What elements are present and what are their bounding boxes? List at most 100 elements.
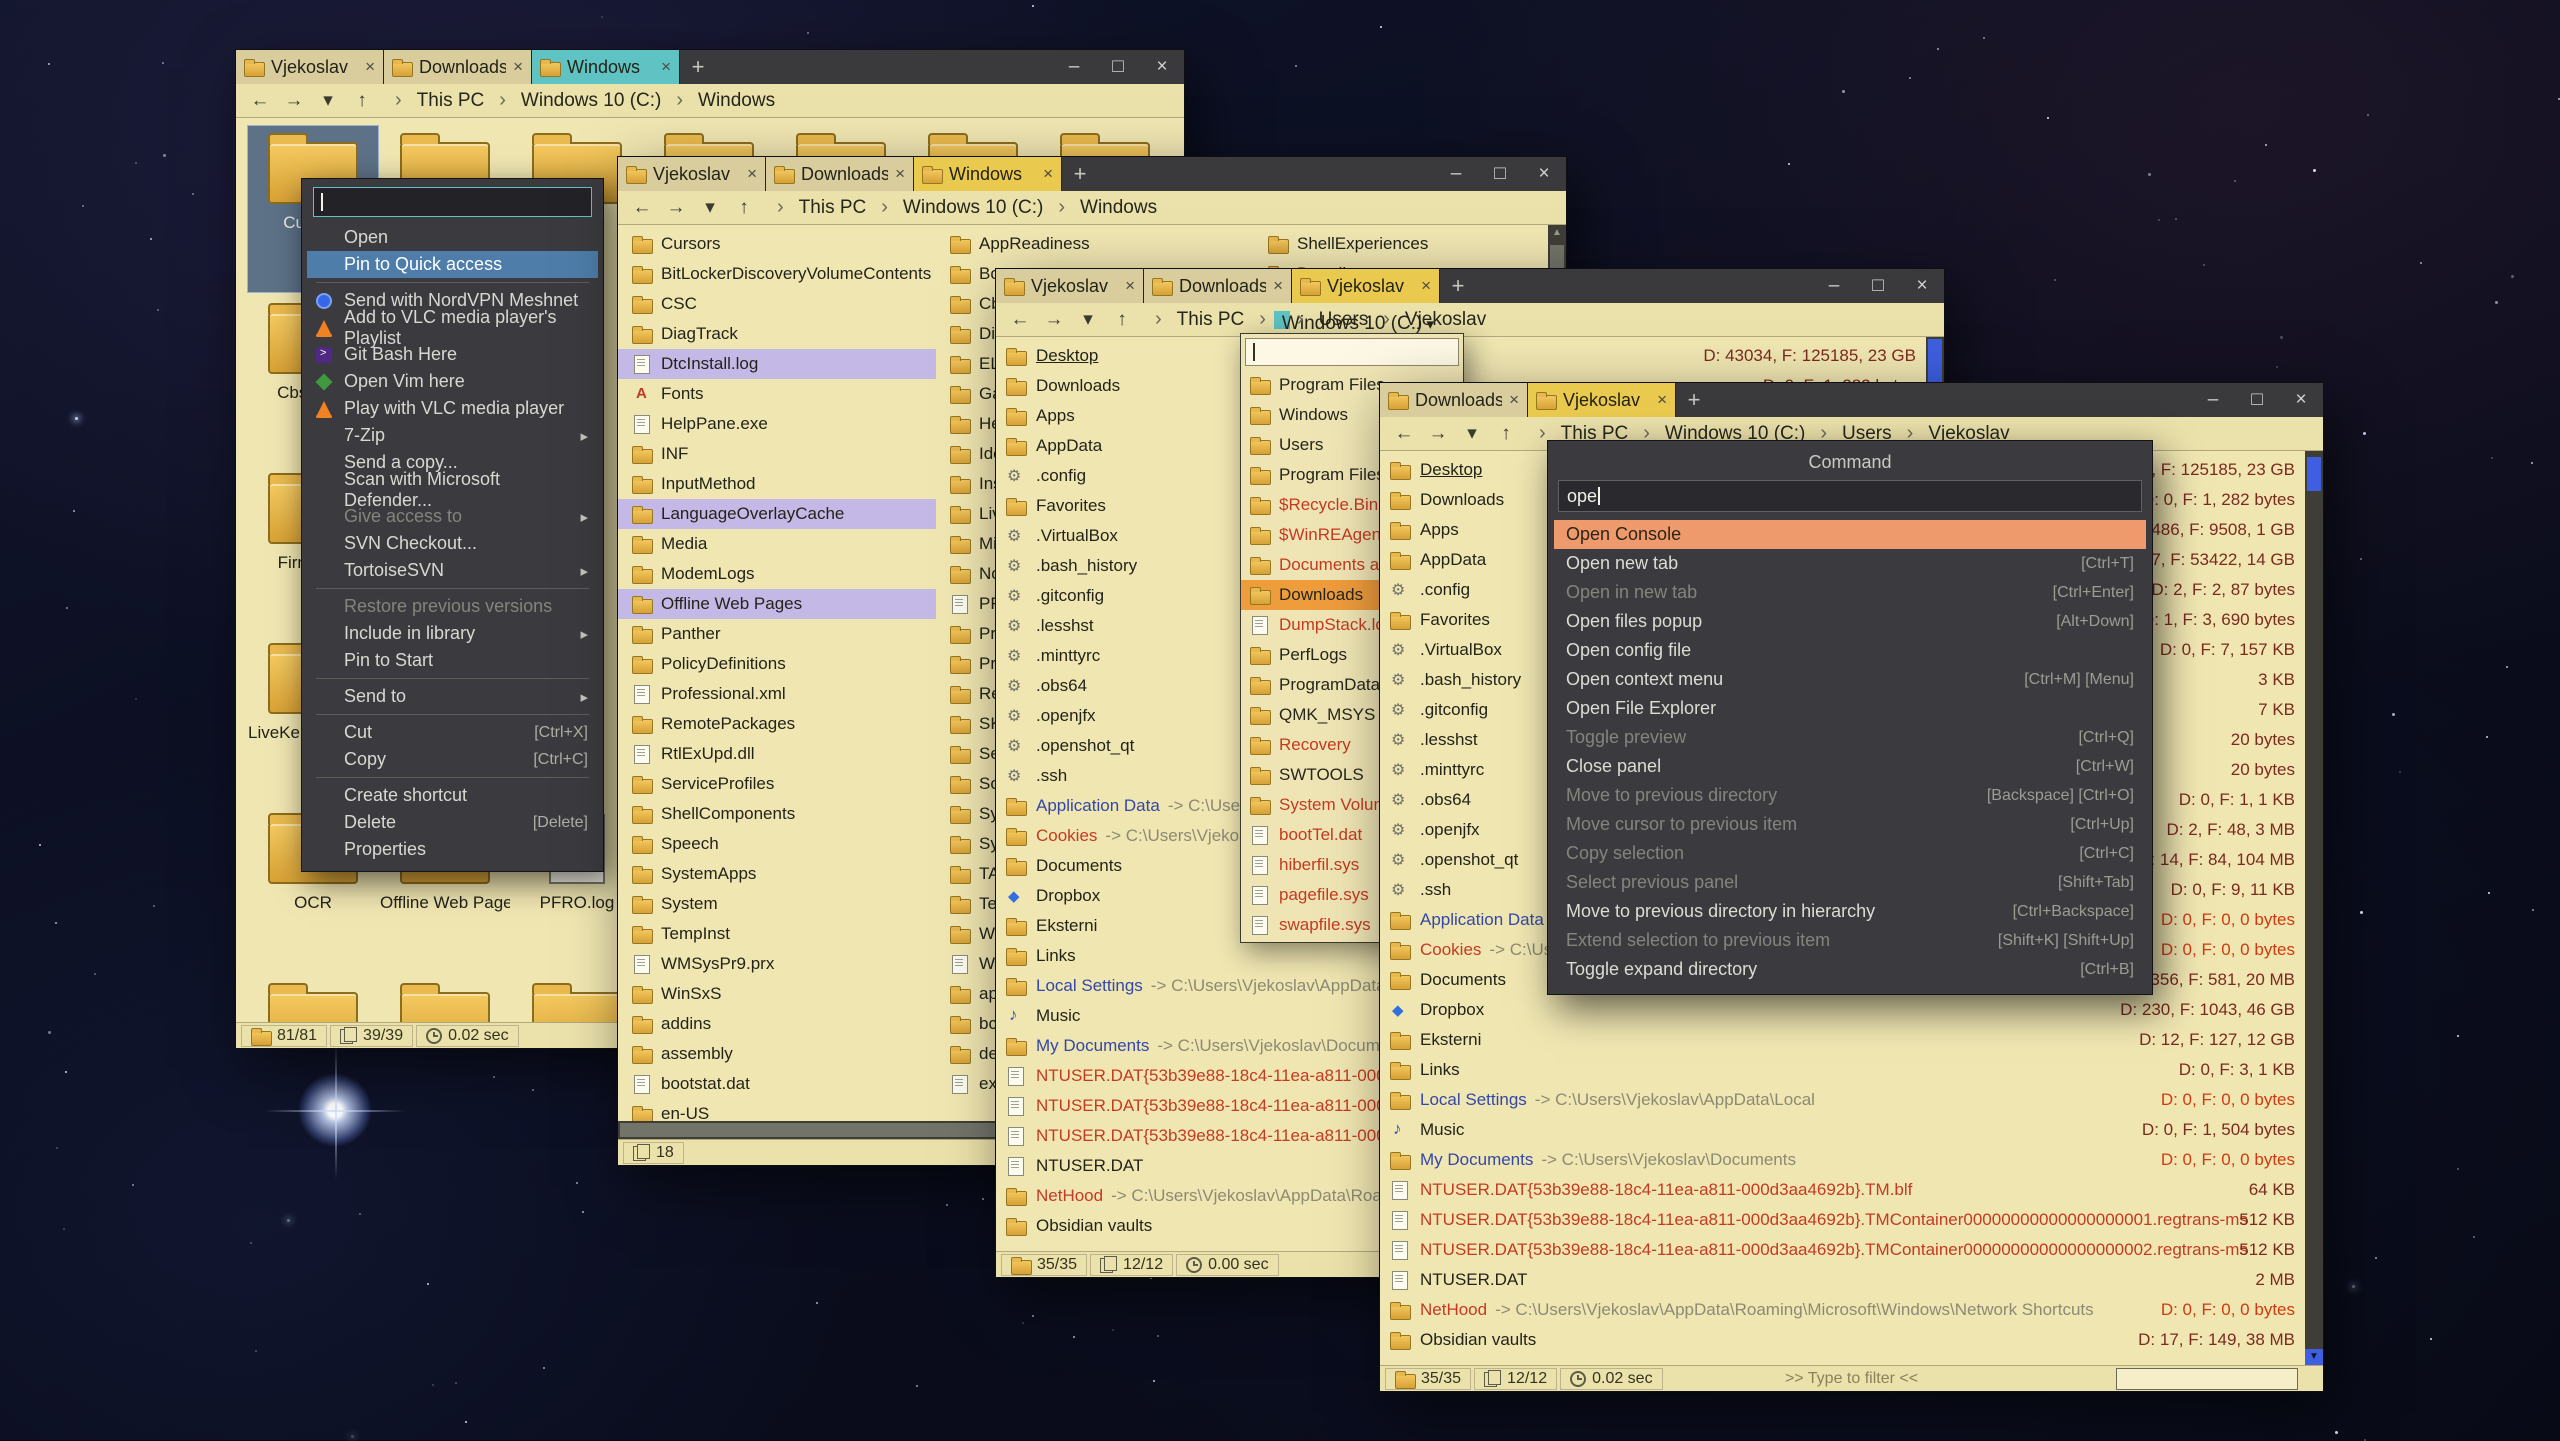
new-tab-button[interactable]: + [680, 50, 716, 84]
context-menu-item[interactable] [316, 678, 589, 679]
context-menu-item[interactable]: Send to [307, 683, 598, 710]
up-button[interactable]: ↑ [728, 197, 760, 219]
tab[interactable]: Vjekoslav × [618, 157, 766, 191]
context-menu-item[interactable]: Create shortcut [307, 782, 598, 809]
file-row[interactable]: NetHood -> C:\Users\Vjekoslav\AppData\Ro… [1380, 1295, 2305, 1325]
forward-button[interactable]: → [1038, 309, 1070, 331]
file-grid-item[interactable] [380, 976, 510, 1022]
context-menu-item[interactable]: Open Vim here [307, 368, 598, 395]
tab[interactable]: Downloads × [766, 157, 914, 191]
close-button[interactable]: × [1900, 269, 1944, 303]
minimize-button[interactable]: – [1052, 50, 1096, 84]
close-tab-icon[interactable]: × [365, 57, 375, 77]
maximize-button[interactable]: □ [2235, 383, 2279, 417]
context-menu-item[interactable]: Restore previous versions [307, 593, 598, 620]
file-row[interactable]: NTUSER.DAT{53b39e88-18c4-11ea-a811-000d3… [1380, 1205, 2305, 1235]
breadcrumb-item[interactable]: Windows 10 (C:) [1274, 311, 1290, 329]
palette-item[interactable]: Open Console [1554, 520, 2146, 549]
file-row[interactable]: Offline Web Pages [618, 589, 936, 619]
file-row[interactable]: bootstat.dat [618, 1069, 936, 1099]
breadcrumb-item[interactable]: Windows [690, 88, 783, 114]
back-button[interactable]: ← [244, 90, 276, 112]
breadcrumb-item[interactable]: Vjekoslav [1397, 307, 1494, 333]
scroll-up-icon[interactable]: ▲ [1548, 225, 1566, 241]
palette-item[interactable]: Close panel [Ctrl+W] [1554, 752, 2146, 781]
file-row[interactable]: Obsidian vaults D: 17, F: 149, 38 MB [1380, 1325, 2305, 1355]
breadcrumb-item[interactable]: This PC [409, 88, 493, 114]
breadcrumb-item[interactable]: This PC [791, 195, 875, 221]
tab[interactable]: Vjekoslav × [236, 50, 384, 84]
palette-item[interactable]: Move to previous directory [Backspace] [… [1554, 781, 2146, 810]
file-row[interactable]: My Documents -> C:\Users\Vjekoslav\Docum… [1380, 1145, 2305, 1175]
back-button[interactable]: ← [1388, 423, 1420, 445]
scrollbar-thumb[interactable] [620, 1123, 1011, 1137]
history-button[interactable]: ▾ [1072, 308, 1104, 331]
file-row[interactable]: Links D: 0, F: 3, 1 KB [1380, 1055, 2305, 1085]
file-row[interactable]: addins [618, 1009, 936, 1039]
palette-item[interactable]: Open File Explorer [1554, 694, 2146, 723]
palette-item[interactable]: Open files popup [Alt+Down] [1554, 607, 2146, 636]
up-button[interactable]: ↑ [1490, 423, 1522, 445]
context-menu-item[interactable]: Pin to Start [307, 647, 598, 674]
file-row[interactable]: System [618, 889, 936, 919]
file-row[interactable]: InputMethod [618, 469, 936, 499]
titlebar[interactable]: Vjekoslav × Downloads × Windows × + – □ [618, 157, 1566, 191]
tab[interactable]: Vjekoslav × [996, 269, 1144, 303]
close-tab-icon[interactable]: × [895, 164, 905, 184]
tab[interactable]: Windows × [914, 157, 1062, 191]
file-row[interactable]: Eksterni D: 12, F: 127, 12 GB [1380, 1025, 2305, 1055]
minimize-button[interactable]: – [1434, 157, 1478, 191]
close-button[interactable]: × [1522, 157, 1566, 191]
file-row[interactable]: en-US [618, 1099, 936, 1121]
close-tab-icon[interactable]: × [1125, 276, 1135, 296]
file-row[interactable]: Speech [618, 829, 936, 859]
palette-item[interactable]: Move to previous directory in hierarchy … [1554, 897, 2146, 926]
file-row[interactable]: NTUSER.DAT{53b39e88-18c4-11ea-a811-000d3… [1380, 1175, 2305, 1205]
file-row[interactable]: Media [618, 529, 936, 559]
titlebar[interactable]: Vjekoslav × Downloads × Windows × + – □ [236, 50, 1184, 84]
close-tab-icon[interactable]: × [1421, 276, 1431, 296]
filter-input[interactable] [2116, 1368, 2298, 1390]
tab[interactable]: Vjekoslav × [1528, 383, 1676, 417]
history-button[interactable]: ▾ [694, 196, 726, 219]
history-button[interactable]: ▾ [312, 89, 344, 112]
palette-item[interactable]: Open config file [1554, 636, 2146, 665]
context-menu-item[interactable]: Pin to Quick access [307, 251, 598, 278]
maximize-button[interactable]: □ [1856, 269, 1900, 303]
new-tab-button[interactable]: + [1676, 383, 1712, 417]
palette-item[interactable]: Move cursor to previous item [Ctrl+Up] [1554, 810, 2146, 839]
file-row[interactable]: SystemApps [618, 859, 936, 889]
dropdown-filter-input[interactable] [1245, 338, 1459, 366]
forward-button[interactable]: → [660, 197, 692, 219]
file-row[interactable]: BitLockerDiscoveryVolumeContents [618, 259, 936, 289]
context-menu-item[interactable] [316, 714, 589, 715]
tab[interactable]: Downloads × [1144, 269, 1292, 303]
close-tab-icon[interactable]: × [661, 57, 671, 77]
file-row[interactable]: NTUSER.DAT{53b39e88-18c4-11ea-a811-000d3… [1380, 1235, 2305, 1265]
context-menu-item[interactable] [316, 282, 589, 283]
titlebar[interactable]: Vjekoslav × Downloads × Vjekoslav × + – … [996, 269, 1944, 303]
close-button[interactable]: × [1140, 50, 1184, 84]
palette-item[interactable]: Open in new tab [Ctrl+Enter] [1554, 578, 2146, 607]
file-row[interactable]: ShellExperiences [1254, 229, 1566, 259]
titlebar[interactable]: Downloads × Vjekoslav × + – □ × [1380, 383, 2323, 417]
palette-item[interactable]: Toggle expand directory [Ctrl+B] [1554, 955, 2146, 984]
context-menu-item[interactable]: Open [307, 224, 598, 251]
close-button[interactable]: × [2279, 383, 2323, 417]
file-row[interactable]: ModemLogs [618, 559, 936, 589]
context-menu-item[interactable]: Copy [Ctrl+C] [307, 746, 598, 773]
file-row[interactable]: HelpPane.exe [618, 409, 936, 439]
context-menu-item[interactable]: Include in library [307, 620, 598, 647]
file-row[interactable]: Panther [618, 619, 936, 649]
up-button[interactable]: ↑ [1106, 309, 1138, 331]
breadcrumb-item[interactable]: This PC [1169, 307, 1253, 333]
file-row[interactable]: Dropbox D: 230, F: 1043, 46 GB [1380, 995, 2305, 1025]
tab[interactable]: Downloads × [384, 50, 532, 84]
breadcrumb-item[interactable]: Windows [1072, 195, 1165, 221]
context-menu-item[interactable]: SVN Checkout... [307, 530, 598, 557]
new-tab-button[interactable]: + [1062, 157, 1098, 191]
context-menu-item[interactable] [316, 588, 589, 589]
file-row[interactable]: DtcInstall.log [618, 349, 936, 379]
file-row[interactable]: CSC [618, 289, 936, 319]
context-menu-item[interactable]: TortoiseSVN [307, 557, 598, 584]
